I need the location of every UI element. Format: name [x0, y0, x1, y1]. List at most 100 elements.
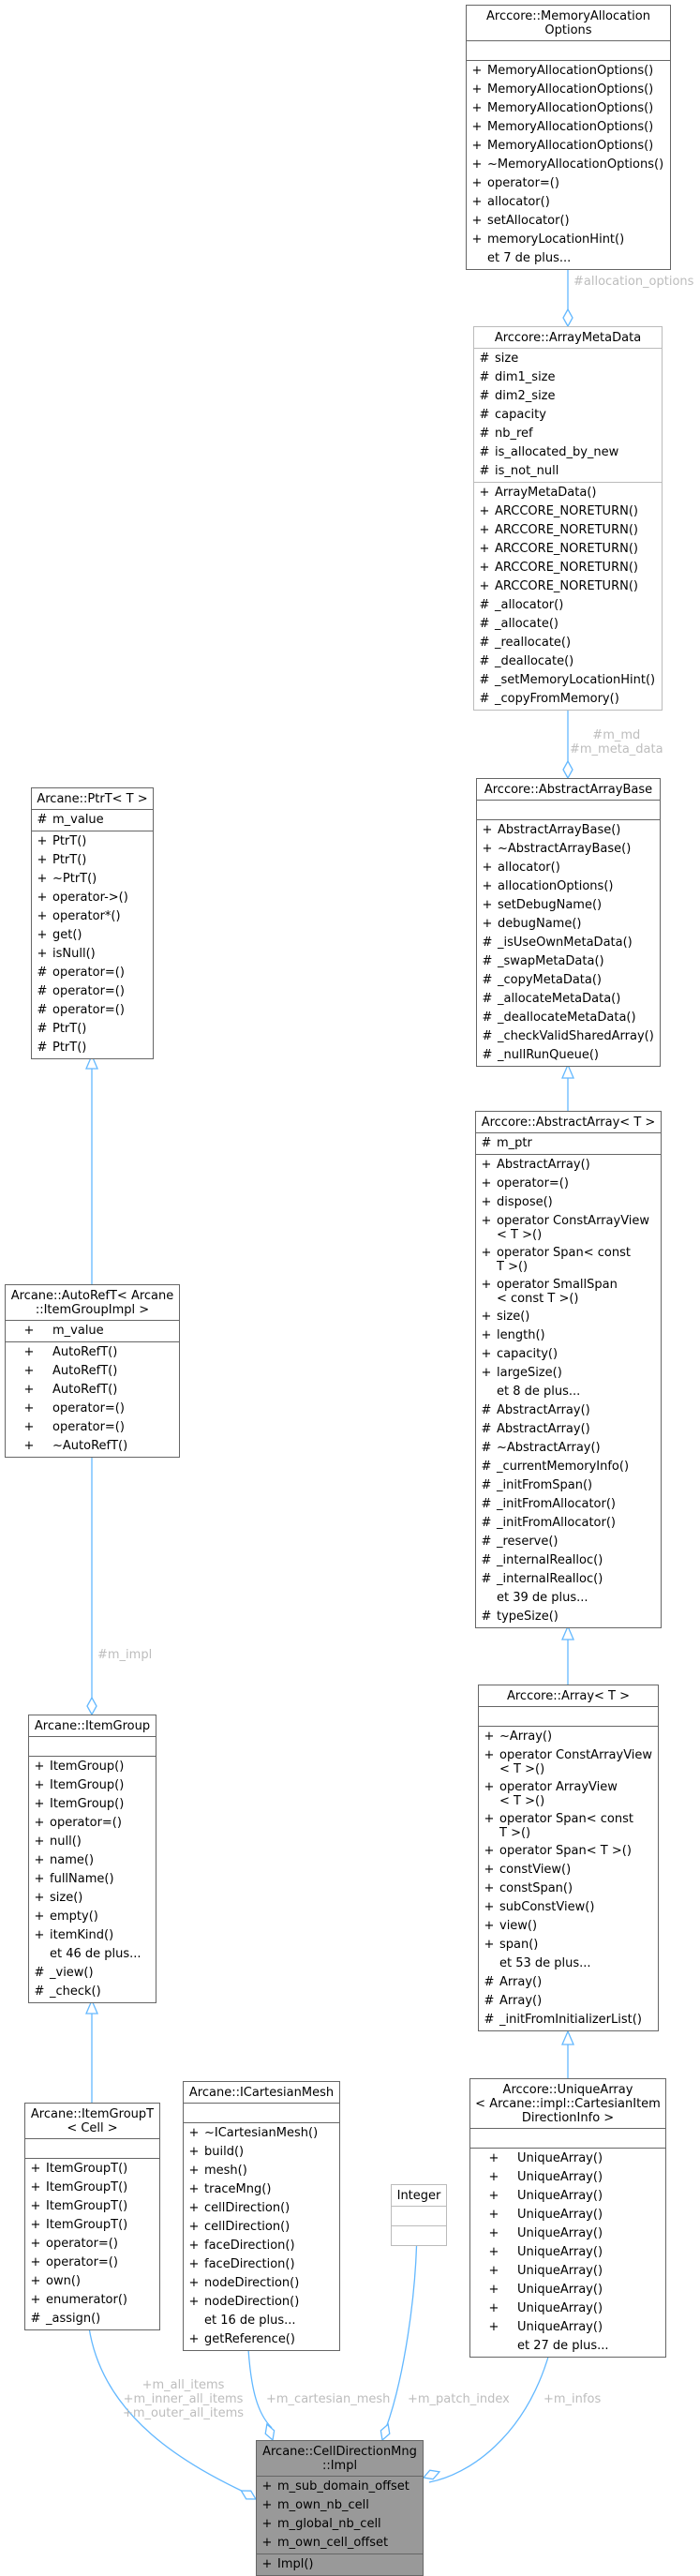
- method-row[interactable]: + constSpan(): [479, 1880, 658, 1898]
- class-abstract-array[interactable]: Arccore::AbstractArray< T > # m_ptr + Abstra…: [475, 1111, 662, 1628]
- method-row[interactable]: + largeSize(): [476, 1364, 661, 1383]
- method-row[interactable]: + allocator(): [467, 193, 670, 212]
- method-row[interactable]: # _allocator(): [474, 596, 662, 615]
- method-row[interactable]: + operator Span< const T >(): [479, 1810, 658, 1842]
- method-row[interactable]: # _reallocate(): [474, 634, 662, 652]
- method-row[interactable]: + operator=(): [25, 2235, 159, 2254]
- method-row[interactable]: + nodeDirection(): [184, 2293, 339, 2312]
- method-row[interactable]: + subConstView(): [479, 1898, 658, 1917]
- method-row[interactable]: + faceDirection(): [184, 2255, 339, 2274]
- method-row[interactable]: + operator=(): [25, 2254, 159, 2272]
- method-row[interactable]: # _initFromAllocator(): [476, 1495, 661, 1514]
- method-row[interactable]: # AbstractArray(): [476, 1401, 661, 1420]
- method-row[interactable]: + operator=(): [6, 1418, 179, 1437]
- method-row[interactable]: # operator=(): [32, 964, 153, 982]
- method-row[interactable]: + ~PtrT(): [32, 870, 153, 889]
- method-row[interactable]: et 7 de plus...: [467, 249, 670, 268]
- method-row[interactable]: + setAllocator(): [467, 212, 670, 231]
- method-row[interactable]: + AutoRefT(): [6, 1381, 179, 1400]
- attribute-row[interactable]: # is_allocated_by_new: [474, 443, 662, 462]
- method-row[interactable]: + operator->(): [32, 889, 153, 907]
- method-row[interactable]: + own(): [25, 2272, 159, 2291]
- method-row[interactable]: + ItemGroup(): [29, 1776, 156, 1795]
- method-row[interactable]: + debugName(): [477, 915, 660, 934]
- method-row[interactable]: + operator=(): [476, 1175, 661, 1193]
- method-row[interactable]: + get(): [32, 926, 153, 945]
- method-row[interactable]: + ~MemoryAllocationOptions(): [467, 156, 670, 174]
- method-row[interactable]: + AutoRefT(): [6, 1362, 179, 1381]
- method-row[interactable]: + constView(): [479, 1861, 658, 1880]
- method-row[interactable]: + ItemGroupT(): [25, 2216, 159, 2235]
- attribute-row[interactable]: # m_ptr: [476, 1134, 661, 1153]
- attribute-row[interactable]: + m_own_nb_cell: [257, 2496, 423, 2515]
- method-row[interactable]: + operator=(): [6, 1400, 179, 1418]
- method-row[interactable]: + size(): [476, 1308, 661, 1326]
- method-row[interactable]: + isNull(): [32, 945, 153, 964]
- method-row[interactable]: + view(): [479, 1917, 658, 1936]
- method-row[interactable]: + ~Array(): [479, 1728, 658, 1746]
- method-row[interactable]: # Array(): [479, 1992, 658, 2011]
- attribute-row[interactable]: # dim1_size: [474, 368, 662, 387]
- method-row[interactable]: # PtrT(): [32, 1020, 153, 1039]
- class-array-meta-data[interactable]: Arccore::ArrayMetaData # size # dim1_size # di…: [473, 326, 663, 711]
- method-row[interactable]: + UniqueArray(): [470, 2318, 665, 2337]
- method-row[interactable]: + build(): [184, 2143, 339, 2162]
- method-row[interactable]: + ItemGroupT(): [25, 2160, 159, 2179]
- method-row[interactable]: + enumerator(): [25, 2291, 159, 2310]
- method-row[interactable]: et 53 de plus...: [479, 1954, 658, 1973]
- method-row[interactable]: + ItemGroup(): [29, 1795, 156, 1814]
- attribute-row[interactable]: # nb_ref: [474, 425, 662, 443]
- class-abstract-array-base[interactable]: Arccore::AbstractArrayBase + AbstractArray…: [476, 778, 661, 1067]
- class-cell-direction-mng-impl[interactable]: Arcane::CellDirectionMng ::Impl + m_sub_do…: [256, 2440, 424, 2576]
- method-row[interactable]: # _check(): [29, 1983, 156, 2001]
- method-row[interactable]: + UniqueArray(): [470, 2168, 665, 2187]
- method-row[interactable]: + PtrT(): [32, 851, 153, 870]
- method-row[interactable]: + itemKind(): [29, 1926, 156, 1945]
- attribute-row[interactable]: + m_own_cell_offset: [257, 2534, 423, 2553]
- method-row[interactable]: + fullName(): [29, 1870, 156, 1889]
- method-row[interactable]: + length(): [476, 1326, 661, 1345]
- method-row[interactable]: + cellDirection(): [184, 2199, 339, 2218]
- method-row[interactable]: # _allocateMetaData(): [477, 990, 660, 1009]
- method-row[interactable]: + ARCCORE_NORETURN(): [474, 540, 662, 559]
- method-row[interactable]: # AbstractArray(): [476, 1420, 661, 1439]
- method-row[interactable]: + traceMng(): [184, 2180, 339, 2199]
- attribute-row[interactable]: # m_value: [32, 811, 153, 830]
- method-row[interactable]: # _nullRunQueue(): [477, 1046, 660, 1065]
- method-row[interactable]: # _deallocateMetaData(): [477, 1009, 660, 1027]
- method-row[interactable]: + ARCCORE_NORETURN(): [474, 559, 662, 577]
- method-row[interactable]: et 16 de plus...: [184, 2312, 339, 2330]
- method-row[interactable]: et 8 de plus...: [476, 1383, 661, 1401]
- method-row[interactable]: # _initFromAllocator(): [476, 1514, 661, 1533]
- method-row[interactable]: + name(): [29, 1851, 156, 1870]
- attribute-row[interactable]: + m_global_nb_cell: [257, 2515, 423, 2534]
- method-row[interactable]: + ArrayMetaData(): [474, 484, 662, 502]
- method-row[interactable]: + MemoryAllocationOptions(): [467, 62, 670, 81]
- method-row[interactable]: + ARCCORE_NORETURN(): [474, 502, 662, 521]
- method-row[interactable]: + operator Span< const T >(): [476, 1244, 661, 1276]
- method-row[interactable]: + AutoRefT(): [6, 1343, 179, 1362]
- method-row[interactable]: + mesh(): [184, 2162, 339, 2180]
- class-autoreft[interactable]: Arcane::AutoRefT< Arcane ::ItemGroupImpl…: [5, 1284, 180, 1458]
- method-row[interactable]: # typeSize(): [476, 1608, 661, 1626]
- method-row[interactable]: + MemoryAllocationOptions(): [467, 99, 670, 118]
- method-row[interactable]: + span(): [479, 1936, 658, 1954]
- method-row[interactable]: + operator ConstArrayView < T >(): [476, 1212, 661, 1244]
- method-row[interactable]: + ~ICartesianMesh(): [184, 2124, 339, 2143]
- method-row[interactable]: + UniqueArray(): [470, 2187, 665, 2206]
- method-row[interactable]: + UniqueArray(): [470, 2299, 665, 2318]
- method-row[interactable]: + operator SmallSpan < const T >(): [476, 1276, 661, 1308]
- method-row[interactable]: + getReference(): [184, 2330, 339, 2349]
- method-row[interactable]: + UniqueArray(): [470, 2206, 665, 2224]
- method-row[interactable]: + UniqueArray(): [470, 2224, 665, 2243]
- method-row[interactable]: + ItemGroupT(): [25, 2179, 159, 2197]
- attribute-row[interactable]: + m_value: [6, 1322, 179, 1340]
- method-row[interactable]: # _copyFromMemory(): [474, 690, 662, 709]
- method-row[interactable]: et 39 de plus...: [476, 1589, 661, 1608]
- method-row[interactable]: # _reserve(): [476, 1533, 661, 1551]
- method-row[interactable]: + ~AutoRefT(): [6, 1437, 179, 1456]
- method-row[interactable]: # _assign(): [25, 2310, 159, 2329]
- attribute-row[interactable]: # is_not_null: [474, 462, 662, 481]
- method-row[interactable]: # _isUseOwnMetaData(): [477, 934, 660, 952]
- method-row[interactable]: + size(): [29, 1889, 156, 1908]
